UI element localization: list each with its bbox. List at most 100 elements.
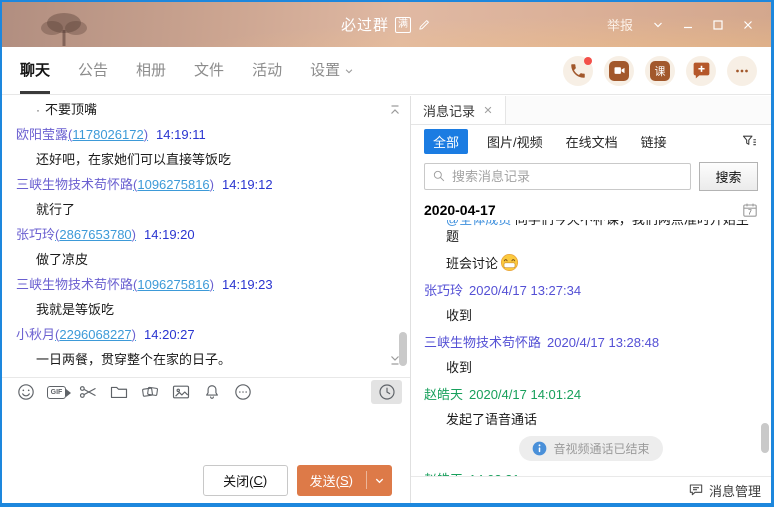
collapse-panel-icon[interactable]	[389, 103, 401, 121]
screenshot-button[interactable]	[72, 380, 103, 404]
maximize-button[interactable]	[703, 2, 733, 47]
history-scrollbar-thumb[interactable]	[761, 423, 769, 453]
history-message: 班会讨论	[446, 253, 758, 272]
group-post-button[interactable]	[686, 56, 716, 86]
filter-all[interactable]: 全部	[424, 129, 468, 154]
close-tab-icon[interactable]	[483, 105, 493, 115]
history-message: 发起了语音通话	[446, 411, 758, 428]
edit-title-icon[interactable]	[417, 17, 432, 32]
nav-action-buttons: 课	[563, 56, 757, 86]
qq-group-chat-window: 必过群 满 举报 聊天 公告 相册 文件 活动	[0, 0, 774, 507]
tab-album[interactable]: 相册	[136, 47, 166, 95]
send-image-button[interactable]	[165, 380, 196, 404]
notification-settings-button[interactable]	[196, 380, 227, 404]
expand-panel-icon[interactable]	[389, 353, 401, 371]
chat-column: ·不要顶嘴 欧阳莹露117802617214:19:11 还好吧，在家她们可以直…	[2, 96, 410, 503]
uin-link[interactable]: 2296068227	[55, 327, 136, 342]
gif-button[interactable]: GIF	[41, 380, 72, 404]
uin-link[interactable]: 1096275816	[133, 277, 214, 292]
calendar-icon: 7	[742, 202, 758, 218]
history-search-row: 搜索	[411, 158, 771, 194]
close-button[interactable]	[733, 2, 763, 47]
chat-button-row: 关闭(C) 发送(S)	[2, 457, 410, 503]
shake-window-icon	[140, 382, 160, 402]
close-chat-button[interactable]: 关闭(C)	[203, 465, 288, 496]
history-message: 收到	[446, 359, 758, 376]
uin-link[interactable]: 1096275816	[133, 177, 214, 192]
group-title: 必过群	[341, 14, 389, 35]
minimize-button[interactable]	[673, 2, 703, 47]
gif-icon: GIF	[47, 386, 67, 399]
filter-online-docs[interactable]: 在线文档	[566, 132, 618, 151]
voice-call-button[interactable]	[563, 56, 593, 86]
info-icon	[532, 441, 547, 456]
history-message-header: 赵皓天2020/4/17 14:01:24	[424, 386, 758, 403]
message-history-button[interactable]	[371, 380, 402, 404]
tab-chat[interactable]: 聊天	[20, 47, 50, 95]
class-button[interactable]: 课	[645, 56, 675, 86]
message-manage-button[interactable]: 消息管理	[709, 481, 761, 500]
chat-message-header: 欧阳莹露117802617214:19:11	[16, 127, 384, 143]
history-filters: 全部 图片/视频 在线文档 链接	[411, 125, 771, 158]
filter-settings-button[interactable]	[741, 133, 758, 150]
emoji-button[interactable]	[10, 380, 41, 404]
history-message-header: 张巧玲2020/4/17 13:27:34	[424, 282, 758, 299]
video-call-button[interactable]	[604, 56, 634, 86]
tab-activity[interactable]: 活动	[252, 47, 282, 95]
report-button[interactable]: 举报	[607, 15, 633, 34]
search-input[interactable]	[452, 169, 683, 184]
history-tabbar: 消息记录	[411, 96, 771, 125]
date-header: 2020-04-17	[424, 202, 496, 218]
history-date-row: 2020-04-17 7	[411, 194, 771, 220]
calendar-picker-button[interactable]: 7	[742, 202, 758, 218]
chevron-down-icon	[344, 66, 354, 76]
tab-files[interactable]: 文件	[194, 47, 224, 95]
search-icon	[432, 169, 446, 183]
chat-message: 我就是等饭吃	[36, 302, 384, 318]
phone-icon	[569, 62, 587, 80]
grin-emoji-icon	[500, 253, 519, 272]
image-icon	[171, 382, 191, 402]
main-area: ·不要顶嘴 欧阳莹露117802617214:19:11 还好吧，在家她们可以直…	[2, 96, 771, 503]
send-button[interactable]: 发送(S)	[297, 465, 392, 496]
chat-message-header: 三峡生物技术苟怀路109627581614:19:12	[16, 177, 384, 193]
funnel-icon	[741, 133, 758, 150]
chat-message-header: 张巧玲286765378014:19:20	[16, 227, 384, 243]
send-file-button[interactable]	[103, 380, 134, 404]
chat-message-header: 三峡生物技术苟怀路109627581614:19:23	[16, 277, 384, 293]
active-tab-underline	[20, 91, 50, 94]
history-entries[interactable]: @全体成员 同学们今天不补课，我们两点准时开始主题 班会讨论 张巧玲2020/4…	[411, 220, 771, 476]
filter-links[interactable]: 链接	[641, 132, 667, 151]
tab-message-history[interactable]: 消息记录	[411, 96, 506, 124]
chat-history[interactable]: ·不要顶嘴 欧阳莹露117802617214:19:11 还好吧，在家她们可以直…	[2, 96, 410, 378]
more-actions-button[interactable]	[727, 56, 757, 86]
group-full-badge: 满	[395, 17, 411, 33]
history-message: @全体成员 同学们今天不补课，我们两点准时开始主题	[446, 220, 758, 245]
class-icon: 课	[650, 61, 670, 81]
chat-message: 一日两餐，贯穿整个在家的日子。	[36, 352, 384, 368]
window-controls: 举报	[607, 2, 763, 47]
filter-images-videos[interactable]: 图片/视频	[487, 132, 543, 151]
window-shake-button[interactable]	[134, 380, 165, 404]
smiley-icon	[16, 382, 36, 402]
uin-link[interactable]: 2867653780	[55, 227, 136, 242]
chevron-down-icon[interactable]	[643, 2, 673, 47]
chat-toolbar: GIF	[2, 378, 410, 406]
history-message-header: 三峡生物技术苟怀路2020/4/17 13:28:48	[424, 334, 758, 351]
call-ended-notice: 音视频通话已结束	[519, 436, 662, 461]
video-camera-icon	[609, 61, 629, 81]
call-ended-notice-row: 音视频通话已结束	[424, 436, 758, 461]
svg-text:7: 7	[748, 209, 752, 216]
search-button[interactable]: 搜索	[699, 162, 758, 191]
tab-announcement[interactable]: 公告	[78, 47, 108, 95]
send-options-button[interactable]	[367, 465, 392, 496]
message-input-area[interactable]	[2, 406, 410, 457]
tab-settings[interactable]: 设置	[310, 47, 354, 95]
search-box	[424, 163, 691, 190]
bell-icon	[202, 382, 222, 402]
chat-message: 做了凉皮	[36, 252, 384, 268]
uin-link[interactable]: 1178026172	[68, 127, 148, 142]
notification-dot	[584, 57, 592, 65]
more-tools-button[interactable]	[227, 380, 258, 404]
more-circle-icon	[233, 382, 253, 402]
